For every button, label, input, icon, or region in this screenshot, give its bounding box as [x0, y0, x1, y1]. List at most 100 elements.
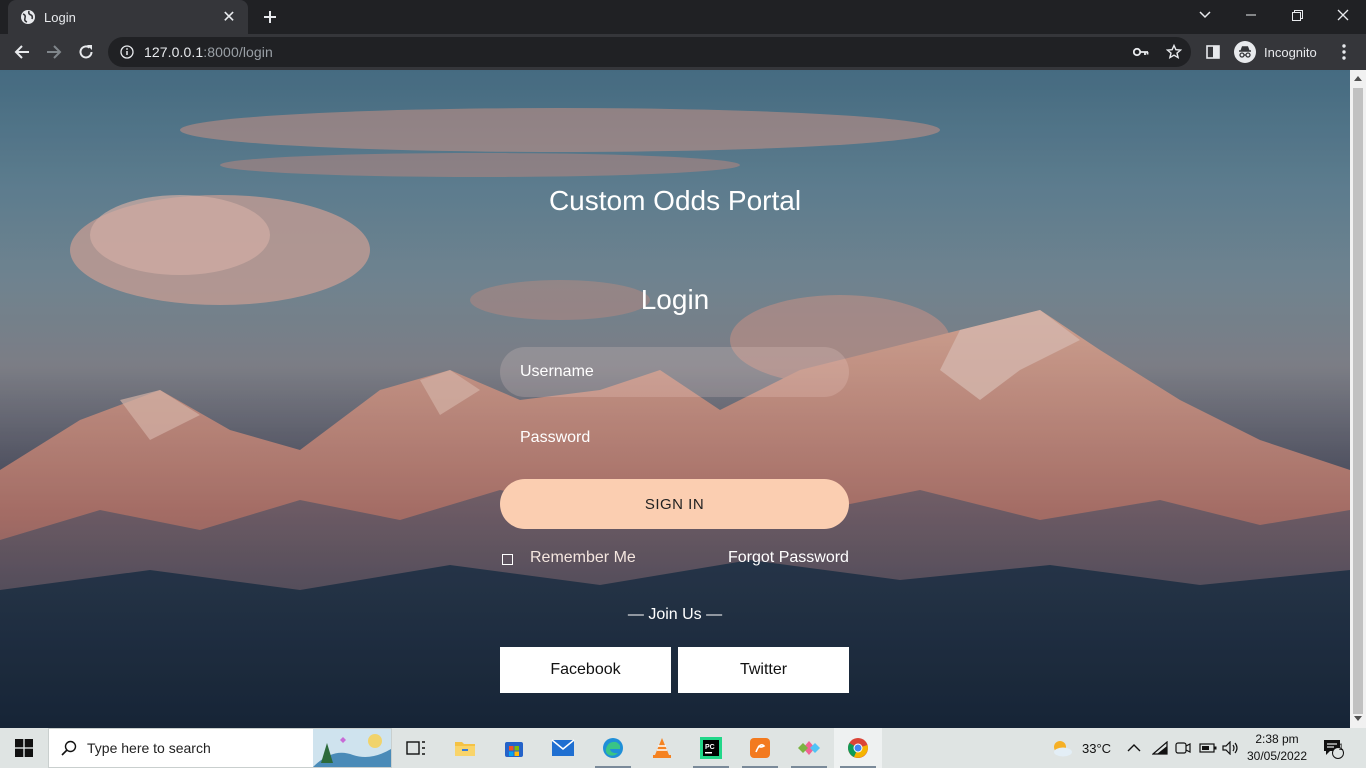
site-title: Custom Odds Portal	[548, 185, 802, 216]
url-path: :8000/login	[203, 44, 273, 60]
task-view-button[interactable]	[392, 728, 440, 768]
vlc-button[interactable]	[638, 728, 686, 768]
pdf-app-button[interactable]	[736, 728, 784, 768]
login-heading: Login	[640, 284, 710, 315]
incognito-indicator[interactable]: Incognito	[1234, 38, 1317, 66]
scroll-down-arrow-icon[interactable]	[1354, 716, 1362, 721]
forgot-password-link[interactable]: Forgot Password	[728, 549, 849, 567]
username-input[interactable]: Username	[500, 347, 849, 397]
page-viewport: Custom Odds Portal Login Username Passwo…	[0, 70, 1350, 728]
menu-button[interactable]	[1330, 38, 1358, 66]
remember-me-checkbox[interactable]	[502, 553, 513, 565]
battery-button[interactable]	[1199, 728, 1217, 768]
chrome-button[interactable]	[834, 728, 882, 768]
pdf-app-icon	[750, 738, 770, 758]
meet-now-button[interactable]	[1175, 728, 1191, 768]
taskbar-clock[interactable]: 2:38 pm 30/05/2022	[1244, 731, 1310, 765]
minimize-icon	[1246, 14, 1256, 16]
minimize-button[interactable]	[1228, 0, 1274, 30]
volume-button[interactable]	[1222, 728, 1240, 768]
browser-tab-login[interactable]: Login ✕	[8, 0, 248, 34]
search-highlight-illustration-icon	[313, 729, 391, 767]
plus-icon	[264, 11, 276, 23]
microsoft-store-button[interactable]	[490, 728, 538, 768]
globe-icon	[20, 9, 36, 25]
tab-title: Login	[44, 9, 76, 25]
windows-taskbar: Type here to search PC 33°C 2:38 pm 30/0…	[0, 728, 1366, 768]
incognito-label: Incognito	[1264, 44, 1317, 60]
arrow-right-icon	[47, 45, 62, 59]
scrollbar-thumb[interactable]	[1353, 88, 1363, 714]
address-bar[interactable]: 127.0.0.1:8000/login	[108, 37, 1191, 67]
remember-me-label: Remember Me	[530, 549, 636, 566]
mail-icon	[551, 739, 575, 756]
reload-icon	[79, 45, 93, 59]
battery-icon	[1199, 743, 1217, 753]
facebook-button[interactable]: Facebook	[500, 647, 671, 693]
vlc-cone-icon	[653, 738, 671, 758]
close-icon	[1337, 9, 1349, 21]
clock-time: 2:38 pm	[1255, 732, 1299, 746]
taskbar-search[interactable]: Type here to search	[48, 728, 392, 768]
network-button[interactable]	[1152, 728, 1168, 768]
back-button[interactable]	[8, 38, 36, 66]
remember-me-option[interactable]: Remember Me	[502, 549, 636, 567]
file-explorer-button[interactable]	[441, 728, 489, 768]
restore-icon	[1291, 9, 1303, 21]
diamond-app-button[interactable]	[785, 728, 833, 768]
wifi-icon	[1152, 741, 1168, 755]
mail-button[interactable]	[539, 728, 587, 768]
start-button[interactable]	[0, 728, 48, 768]
password-placeholder: Password	[520, 429, 591, 446]
search-icon	[61, 740, 77, 756]
device-icon	[1175, 742, 1191, 754]
weather-widget[interactable]: 33°C	[1050, 728, 1111, 768]
tray-overflow-button[interactable]	[1127, 728, 1141, 768]
mountain-background-image	[0, 70, 1350, 728]
join-us-divider: — Join Us —	[627, 606, 723, 623]
diamond-app-icon	[798, 741, 820, 755]
tab-close-icon[interactable]: ✕	[220, 7, 238, 27]
password-input[interactable]: Password	[500, 413, 849, 463]
arrow-left-icon	[14, 45, 29, 59]
store-icon	[505, 742, 523, 757]
url-host: 127.0.0.1	[144, 44, 204, 60]
chrome-icon	[848, 738, 868, 758]
side-panel-icon	[1206, 45, 1220, 59]
sign-in-button[interactable]: SIGN IN	[500, 479, 849, 529]
kebab-menu-icon	[1342, 44, 1346, 60]
info-icon	[120, 45, 134, 59]
edge-browser-icon	[603, 738, 623, 758]
side-panel-button[interactable]	[1199, 38, 1227, 66]
twitter-button[interactable]: Twitter	[678, 647, 849, 693]
notification-center-button[interactable]: 1	[1322, 728, 1344, 768]
browser-tabstrip: Login ✕	[0, 0, 1366, 34]
svg-text:PC: PC	[705, 744, 715, 751]
edge-button[interactable]	[589, 728, 637, 768]
pycharm-button[interactable]: PC	[687, 728, 735, 768]
task-view-icon	[406, 741, 425, 755]
page-scrollbar[interactable]	[1350, 70, 1366, 728]
close-window-button[interactable]	[1320, 0, 1366, 30]
tab-search-button[interactable]	[1182, 0, 1228, 30]
folder-icon	[455, 742, 475, 756]
chevron-up-icon	[1127, 744, 1141, 752]
clock-date: 30/05/2022	[1246, 749, 1308, 763]
username-placeholder: Username	[520, 363, 594, 380]
pycharm-icon: PC	[700, 737, 722, 759]
reload-button[interactable]	[72, 38, 100, 66]
bookmark-button[interactable]	[1160, 38, 1188, 66]
star-icon	[1166, 44, 1182, 60]
forward-button[interactable]	[40, 38, 68, 66]
taskbar-search-placeholder: Type here to search	[87, 740, 211, 756]
notification-count: 1	[1338, 742, 1344, 752]
new-tab-button[interactable]	[258, 5, 282, 29]
weather-temperature: 33°C	[1082, 740, 1112, 756]
weather-sun-cloud-icon	[1054, 741, 1072, 757]
scroll-up-arrow-icon[interactable]	[1354, 76, 1362, 81]
password-key-button[interactable]	[1127, 38, 1155, 66]
browser-toolbar: 127.0.0.1:8000/login Incognito	[0, 34, 1366, 70]
restore-button[interactable]	[1274, 0, 1320, 30]
windows-logo-icon	[15, 739, 33, 757]
key-icon	[1133, 47, 1149, 57]
